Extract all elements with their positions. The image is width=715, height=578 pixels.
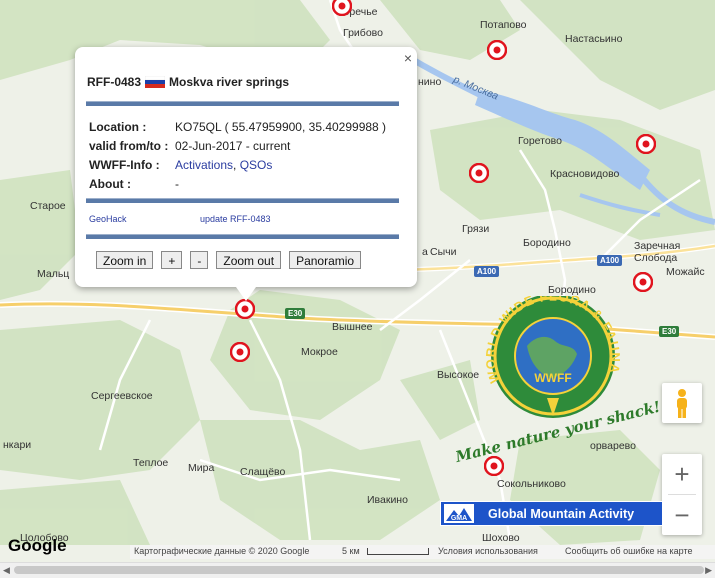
road-shield-e30: E30 — [285, 308, 306, 319]
place-label: Слащёво — [240, 466, 286, 478]
reference-marker-icon[interactable] — [230, 342, 250, 362]
reference-id: RFF-0483 — [87, 75, 142, 89]
info-value: 02-Jun-2017 - current — [175, 139, 291, 153]
place-label: Мальц — [37, 268, 70, 280]
gma-banner[interactable]: GMA Global Mountain Activity — [440, 501, 663, 526]
info-value: - — [175, 177, 179, 191]
place-label: Мира — [188, 462, 215, 474]
scroll-left-icon[interactable]: ◀ — [3, 565, 10, 576]
horizontal-scrollbar[interactable]: ◀ ▶ — [0, 562, 715, 578]
mountain-icon: GMA — [446, 508, 472, 522]
place-label: Бородино — [523, 237, 571, 249]
road-shield-e30: E30 — [659, 326, 680, 337]
place-label: Сергеевское — [91, 390, 153, 402]
info-key: Location : — [89, 120, 147, 134]
reference-marker-icon[interactable] — [469, 163, 489, 183]
plus-button[interactable]: + — [161, 251, 183, 269]
panoramio-button[interactable]: Panoramio — [289, 251, 362, 269]
info-key: WWFF-Info : — [89, 158, 160, 172]
scale-bar — [367, 548, 429, 555]
pegman-icon — [677, 389, 687, 418]
gma-logo-text: GMA — [451, 515, 467, 522]
divider-bar — [86, 234, 399, 239]
place-label: Красновидово — [550, 168, 620, 180]
google-logo-text: Google — [8, 536, 67, 555]
place-label: Старое — [30, 200, 66, 212]
place-label: Вышнее — [332, 321, 373, 333]
scale-label: 5 км — [342, 546, 360, 556]
google-logo[interactable]: Google — [8, 536, 67, 556]
russia-flag-icon — [145, 76, 166, 88]
road-shield-a100: A100 — [474, 266, 500, 277]
reference-marker-icon[interactable] — [332, 0, 352, 16]
zoom-in-button[interactable]: Zoom in — [96, 251, 154, 269]
geohack-link[interactable]: GeoHack — [89, 214, 127, 224]
place-label: Мокрое — [301, 346, 338, 358]
place-label: Настасьино — [565, 33, 623, 45]
place-label: Грибово — [343, 27, 383, 39]
zoom-out-button[interactable]: Zoom out — [216, 251, 282, 269]
popup-title: RFF-0483 Moskva river springs — [87, 75, 289, 89]
place-label: Ивакино — [367, 494, 408, 506]
place-label: Слобода — [634, 252, 678, 264]
place-label: нино — [418, 76, 442, 88]
scroll-right-icon[interactable]: ▶ — [705, 565, 712, 576]
place-label: Теплое — [133, 457, 169, 469]
place-label: Горетово — [518, 135, 562, 147]
map-data-attribution[interactable]: Картографические данные © 2020 Google — [134, 546, 309, 556]
place-label: Заречная — [634, 240, 681, 252]
place-label: а — [422, 246, 428, 258]
gma-label: Global Mountain Activity — [488, 506, 635, 521]
info-value: KO75QL ( 55.47959900, 35.40299988 ) — [175, 120, 387, 134]
gma-logo-icon: GMA — [444, 504, 474, 523]
zoom-control: + − — [662, 454, 702, 535]
activations-link[interactable]: Activations — [175, 158, 233, 172]
info-window: × RFF-0483 Moskva river springs Location… — [75, 47, 417, 301]
divider-bar — [86, 101, 399, 106]
place-label: нкари — [3, 439, 32, 451]
qsos-link[interactable]: QSOs — [240, 158, 273, 172]
popup-button-row: Zoom in + - Zoom out Panoramio — [96, 251, 362, 269]
place-label: Потапово — [480, 19, 527, 31]
zoom-in-control[interactable]: + — [662, 454, 702, 494]
zoom-out-control[interactable]: − — [662, 495, 702, 535]
place-label: Сокольниково — [497, 478, 566, 490]
info-value: Activations, QSOs — [175, 158, 272, 172]
reference-marker-icon[interactable] — [636, 134, 656, 154]
place-label: Грязи — [462, 223, 490, 235]
divider-bar — [86, 198, 399, 203]
scrollbar-thumb[interactable] — [14, 566, 704, 574]
info-window-tail — [236, 287, 256, 301]
wwff-center-text: WWFF — [534, 371, 571, 385]
map-footer: Картографические данные © 2020 Google 5 … — [130, 545, 715, 559]
close-icon[interactable]: × — [404, 50, 412, 66]
reference-name: Moskva river springs — [169, 75, 290, 89]
street-view-control[interactable] — [662, 383, 702, 423]
place-label: Шохово — [482, 532, 520, 544]
info-key: About : — [89, 177, 131, 191]
report-error-link[interactable]: Сообщить об ошибке на карте — [565, 546, 692, 556]
info-key: valid from/to : — [89, 139, 169, 153]
update-link[interactable]: update RFF-0483 — [200, 214, 271, 224]
place-label: Можайс — [666, 266, 705, 278]
reference-marker-icon[interactable] — [633, 272, 653, 292]
terms-link[interactable]: Условия использования — [438, 546, 538, 556]
link-separator: , — [233, 158, 237, 172]
reference-marker-icon[interactable] — [235, 299, 255, 319]
place-label: Сычи — [430, 246, 457, 258]
minus-button[interactable]: - — [190, 251, 209, 269]
reference-marker-icon[interactable] — [487, 40, 507, 60]
road-shield-a100: A100 — [597, 255, 623, 266]
place-label: Бородино — [548, 284, 596, 296]
